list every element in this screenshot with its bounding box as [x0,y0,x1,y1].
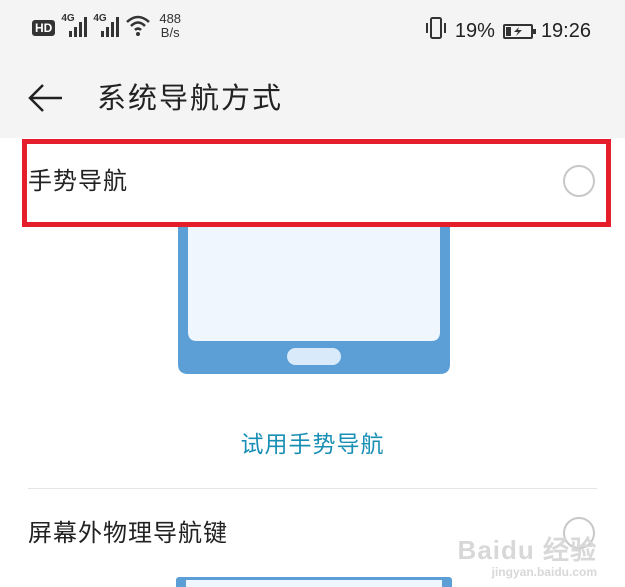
back-button[interactable] [26,78,66,118]
divider [28,488,597,489]
page-title: 系统导航方式 [97,81,284,115]
status-bar-right: 19% 19:26 [425,16,591,46]
radio-gesture-navigation[interactable] [563,165,595,197]
battery-percent: 19% [454,19,495,42]
clock-time: 19:26 [540,19,591,42]
hd-voice-badge: HD [32,20,56,36]
nav-keys-phone-illustration [176,577,452,587]
signal-strength-icon: 4G [61,12,88,38]
network-speed-unit: B/s [160,25,180,40]
radio-offscreen-nav-keys[interactable] [563,517,595,549]
network-speed-value: 488 [159,11,182,26]
wifi-icon [125,12,151,42]
status-bar: HD 4G 4G 488 B/s 19% 19:26 [0,0,625,60]
gesture-phone-illustration [178,226,450,374]
option-label-offscreen-nav-keys: 屏幕外物理导航键 [28,519,228,547]
signal-strength-icon-2: 4G [93,12,120,38]
back-arrow-icon [28,84,62,112]
option-offscreen-nav-keys[interactable]: 屏幕外物理导航键 [0,494,625,576]
battery-icon [502,23,536,39]
network-speed-indicator: 488 B/s [159,12,181,40]
status-bar-left: HD 4G 4G 488 B/s [32,12,181,42]
navigation-settings-screen: HD 4G 4G 488 B/s 19% 19:26 系统导航方式 手势导航 试… [0,0,625,587]
vibrate-icon [425,16,447,46]
option-gesture-navigation[interactable]: 手势导航 [0,142,625,224]
try-gesture-navigation-link[interactable]: 试用手势导航 [0,425,625,459]
app-bar: 系统导航方式 [0,60,625,138]
option-label-gesture-navigation: 手势导航 [28,167,128,195]
